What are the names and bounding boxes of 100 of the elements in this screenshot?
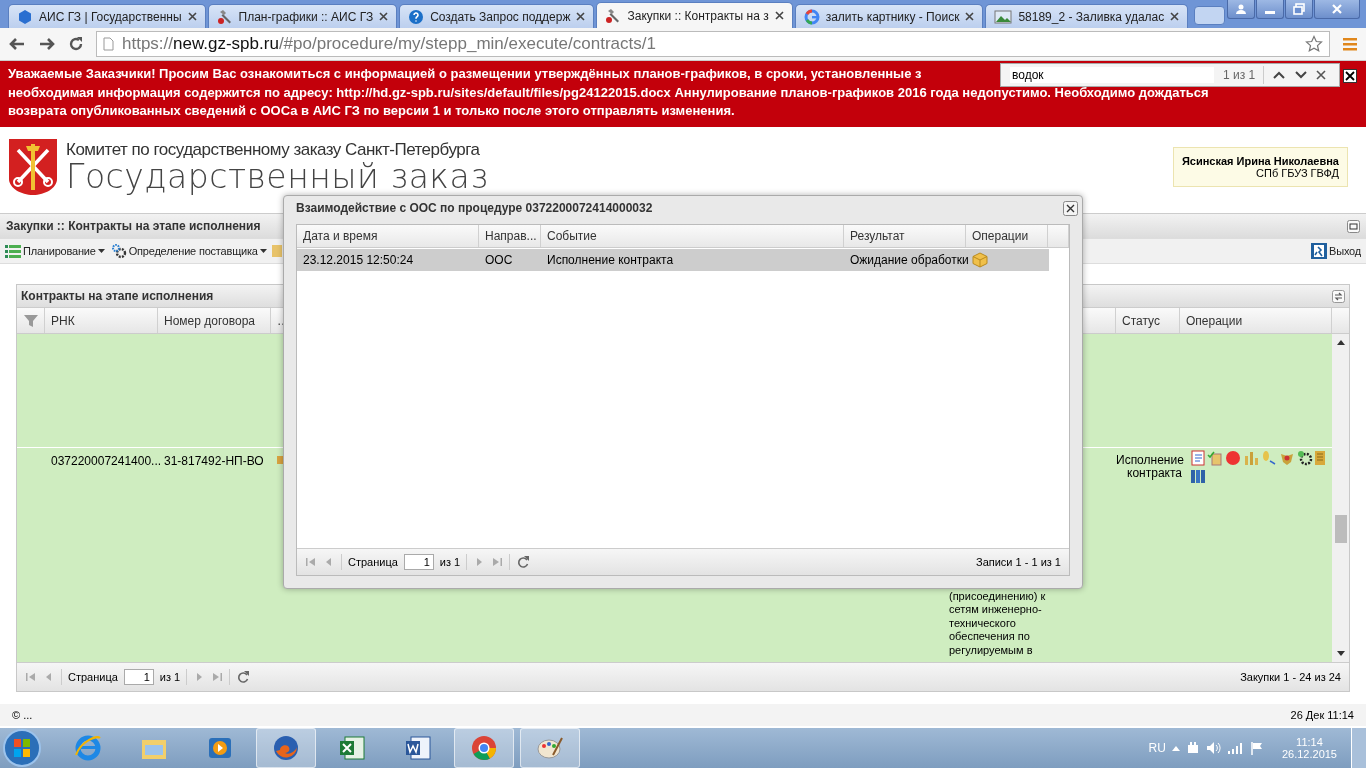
close-icon[interactable] <box>1063 200 1078 216</box>
match-count: 1 из 1 <box>1223 68 1256 82</box>
table-cell-text: 23.12.2015 12:50:24 <box>302 253 415 267</box>
flag-icon[interactable] <box>1249 741 1264 755</box>
last-page-icon[interactable] <box>491 556 504 568</box>
column-header[interactable]: Результат <box>844 225 966 247</box>
first-page-icon[interactable] <box>25 671 37 683</box>
date-time-text: 26 Дек 11:14 <box>1290 709 1354 721</box>
notice-text: возврата опубликованных сведений с ООСа в АИС ГЗ по версии 1 и только после этого отправлять изменения. <box>8 102 735 120</box>
close-icon[interactable] <box>774 11 784 20</box>
notice-text: Уважаемые Заказчики! Просим Вас ознакомиться с информацией о размещении утверждённых планов-графиков, в сроки, установленные з <box>8 65 922 83</box>
close-icon[interactable] <box>965 12 975 21</box>
collapse-icon[interactable] <box>1347 219 1360 233</box>
records-summary: Закупки 1 - 24 из 24 <box>1240 671 1341 683</box>
column-header[interactable]: Дата и время <box>297 225 479 247</box>
menu-button[interactable]: Определение поставщика <box>109 243 268 259</box>
close-icon[interactable] <box>187 12 197 21</box>
stop-icon[interactable] <box>1225 450 1241 466</box>
column-header[interactable]: Номер договора <box>158 308 271 333</box>
browser-tab[interactable]: 58189_2 - Заливка удалас <box>985 4 1189 28</box>
notice-text: необходимая информация содержится по адресу: http://hd.gz-spb.ru/sites/default/files/pg24122015.docx Аннулирование планов-графиков 2016 года недопустимо. Необходимо дождаться <box>8 83 1209 102</box>
browser-tab[interactable]: Закупки :: Контракты на з <box>596 2 793 28</box>
restore-button[interactable] <box>1285 0 1313 19</box>
table-cell-text: 037220007241400... <box>50 453 158 470</box>
scroll-down-icon[interactable] <box>1336 651 1345 656</box>
first-page-icon[interactable] <box>305 556 317 568</box>
table-cell-text: Исполнение контракта <box>546 253 675 267</box>
table-row[interactable]: 23.12.2015 12:50:24 ООС Исполнение контракта Ожидание обработки <box>297 249 1049 271</box>
caret-icon <box>259 249 267 253</box>
reload-icon[interactable] <box>68 36 84 52</box>
new-tab-button[interactable] <box>1194 6 1225 25</box>
speaker-icon[interactable] <box>1205 741 1222 755</box>
taskbar-button[interactable] <box>256 728 316 768</box>
notebook-icon[interactable] <box>1190 450 1205 466</box>
browser-tab[interactable]: План-графики :: АИС ГЗ <box>207 4 398 28</box>
browser-tab[interactable]: залить картнику - Поиск <box>794 4 984 28</box>
column-header[interactable]: Событие <box>541 225 844 247</box>
taskbar-button[interactable] <box>520 728 580 768</box>
forward-icon[interactable] <box>38 36 56 52</box>
scroll-check-icon[interactable] <box>1207 450 1223 466</box>
star-icon[interactable] <box>1305 35 1323 53</box>
menu-button[interactable]: Планирование <box>4 244 106 258</box>
user-icon <box>1235 3 1247 15</box>
user-button[interactable] <box>1227 0 1255 19</box>
taskbar-button[interactable] <box>454 728 514 768</box>
grid-title: Контракты на этапе исполнения <box>21 289 214 303</box>
binders-icon[interactable] <box>1190 468 1206 484</box>
minimize-button[interactable] <box>1256 0 1284 19</box>
back-icon[interactable] <box>8 36 26 52</box>
column-header[interactable]: Операции <box>1180 308 1332 333</box>
show-desktop-button[interactable] <box>1351 728 1366 768</box>
table-cell-text: Исполнение контракта <box>1116 452 1185 482</box>
scroll-up-icon[interactable] <box>1336 340 1345 345</box>
page-count: из 1 <box>159 671 181 683</box>
organization-name: Комитет по государственному заказу Санкт-Петербурга <box>66 140 481 160</box>
page-number-field[interactable]: 1 <box>123 669 154 685</box>
column-header[interactable]: Статус <box>1116 308 1180 333</box>
close-icon <box>1331 3 1343 15</box>
column-header[interactable]: Направ... <box>479 225 541 247</box>
last-page-icon[interactable] <box>211 671 224 683</box>
table-cell-text: (присоединению) к сетям инженерно-технического обеспечения по регулируемым в <box>949 590 1047 658</box>
help-icon <box>408 8 425 25</box>
close-icon[interactable] <box>1316 70 1327 80</box>
minimize-icon <box>1265 10 1275 14</box>
close-icon[interactable] <box>576 12 586 21</box>
chevron-up-icon[interactable] <box>1272 70 1287 80</box>
refresh-icon[interactable] <box>236 670 251 684</box>
gear-icon[interactable] <box>1297 450 1313 466</box>
close-icon[interactable] <box>1343 69 1357 83</box>
close-icon[interactable] <box>1170 12 1180 21</box>
browser-e-icon <box>73 733 103 763</box>
coin-arrow-icon[interactable] <box>1261 450 1277 466</box>
column-header[interactable]: РНК <box>45 308 158 333</box>
refresh-icon[interactable] <box>1332 289 1345 303</box>
scrollbar-thumb[interactable] <box>1334 515 1347 543</box>
google-icon <box>803 8 820 25</box>
filter-icon[interactable] <box>22 313 39 328</box>
user-name: Ясинская Ирина Николаевна <box>1181 155 1339 167</box>
browser-tab[interactable]: Создать Запрос поддерж <box>399 4 595 28</box>
chevron-down-icon[interactable] <box>1294 70 1309 80</box>
refresh-icon[interactable] <box>516 555 531 569</box>
bar-chart-icon[interactable] <box>1243 450 1259 466</box>
table-cell-text: Ожидание обработки <box>849 253 966 267</box>
find-field[interactable]: водок <box>1009 66 1215 84</box>
close-button[interactable] <box>1314 0 1360 19</box>
folder-icon[interactable] <box>271 244 282 258</box>
exit-button[interactable]: Выход <box>1310 243 1362 259</box>
hexagon-icon <box>17 8 33 25</box>
browser-tab[interactable]: АИС ГЗ | Государственны <box>8 4 206 28</box>
menu-icon[interactable] <box>1342 36 1358 52</box>
table-cell-text: ООС <box>484 253 514 267</box>
close-icon[interactable] <box>379 12 389 21</box>
signal-icon[interactable] <box>1227 742 1244 754</box>
address-field[interactable]: https://new.gz-spb.ru/#po/procedure/my/stepp_min/execute/contracts/1 <box>96 31 1330 57</box>
start-button[interactable] <box>2 728 42 768</box>
scrollbar[interactable] <box>1332 334 1349 662</box>
column-header[interactable]: Операции <box>966 225 1048 247</box>
plug-icon[interactable] <box>1185 741 1200 755</box>
page-number-field[interactable]: 1 <box>403 554 434 570</box>
spreadsheet-icon <box>337 733 367 763</box>
